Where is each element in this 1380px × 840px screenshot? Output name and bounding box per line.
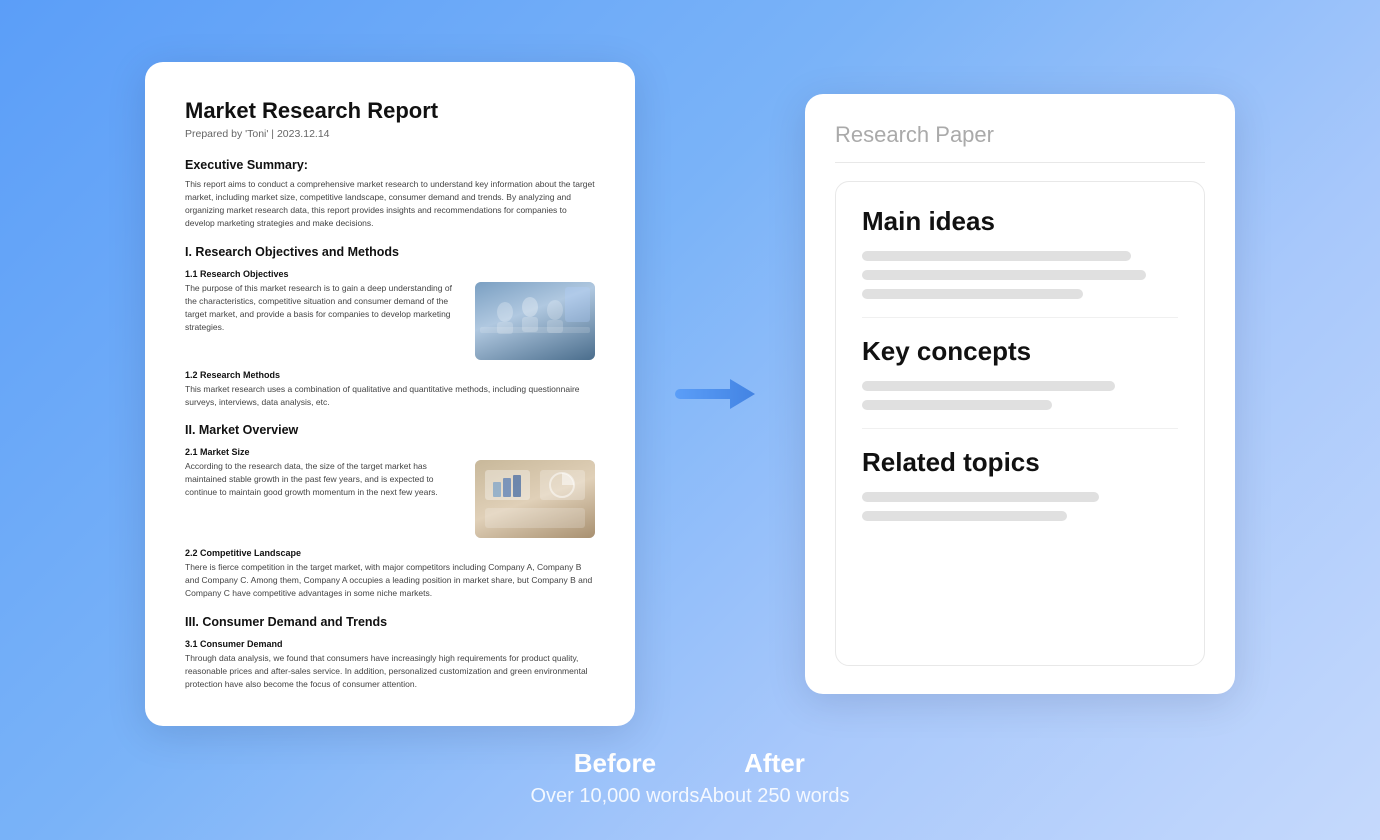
before-label-group: Before Over 10,000 words — [530, 748, 699, 808]
doc-meta: Prepared by 'Toni' | 2023.12.14 — [185, 128, 595, 140]
heading-main-ideas: Main ideas — [862, 206, 1178, 237]
before-label-main: Before — [574, 748, 656, 779]
img-charts-visual — [475, 460, 595, 538]
bar-related-topics-1 — [862, 492, 1099, 502]
divider-2 — [862, 428, 1178, 429]
text-3-1: Through data analysis, we found that con… — [185, 652, 595, 692]
text-1-2: This market research uses a combination … — [185, 383, 595, 409]
before-card: Market Research Report Prepared by 'Toni… — [145, 62, 635, 726]
after-inner-card: Main ideas Key concepts Related topics — [835, 181, 1205, 666]
sub-2-1: 2.1 Market Size — [185, 447, 595, 457]
divider-1 — [862, 317, 1178, 318]
labels-row: Before Over 10,000 words After About 250… — [450, 748, 929, 808]
heading-related-topics: Related topics — [862, 447, 1178, 478]
bar-key-concepts-2 — [862, 400, 1052, 410]
arrow-container — [675, 364, 765, 424]
after-card: Research Paper Main ideas Key concepts R… — [805, 94, 1235, 694]
before-label-sub: Over 10,000 words — [530, 785, 699, 808]
bar-related-topics-2 — [862, 511, 1067, 521]
comparison-area: Market Research Report Prepared by 'Toni… — [0, 32, 1380, 726]
section-executive-summary: Executive Summary: — [185, 158, 595, 172]
after-label-sub: About 250 words — [699, 785, 849, 808]
image-meeting — [475, 282, 595, 360]
text-2-2: There is fierce competition in the targe… — [185, 561, 595, 601]
sub-3-1: 3.1 Consumer Demand — [185, 639, 595, 649]
executive-summary-text: This report aims to conduct a comprehens… — [185, 178, 595, 231]
sub-1-2: 1.2 Research Methods — [185, 370, 595, 380]
bar-main-ideas-3 — [862, 289, 1083, 299]
heading-key-concepts: Key concepts — [862, 336, 1178, 367]
row-1-1: The purpose of this market research is t… — [185, 282, 595, 360]
direction-arrow — [675, 364, 765, 424]
bar-main-ideas-2 — [862, 270, 1146, 280]
sub-1-1: 1.1 Research Objectives — [185, 269, 595, 279]
after-label-group: After About 250 words — [699, 748, 849, 808]
image-charts — [475, 460, 595, 538]
doc-title: Market Research Report — [185, 98, 595, 124]
row-2-1: According to the research data, the size… — [185, 460, 595, 538]
section-consumer-demand: III. Consumer Demand and Trends — [185, 615, 595, 629]
row-2-1-texts: According to the research data, the size… — [185, 460, 463, 505]
img-meeting-visual — [475, 282, 595, 360]
after-label-main: After — [744, 748, 805, 779]
after-card-title: Research Paper — [835, 122, 1205, 163]
section-market-overview: II. Market Overview — [185, 423, 595, 437]
bar-main-ideas-1 — [862, 251, 1131, 261]
sub-2-2: 2.2 Competitive Landscape — [185, 548, 595, 558]
row-1-1-texts: The purpose of this market research is t… — [185, 282, 463, 340]
bar-key-concepts-1 — [862, 381, 1115, 391]
text-2-1: According to the research data, the size… — [185, 460, 463, 500]
text-1-1: The purpose of this market research is t… — [185, 282, 463, 335]
section-research-objectives: I. Research Objectives and Methods — [185, 245, 595, 259]
